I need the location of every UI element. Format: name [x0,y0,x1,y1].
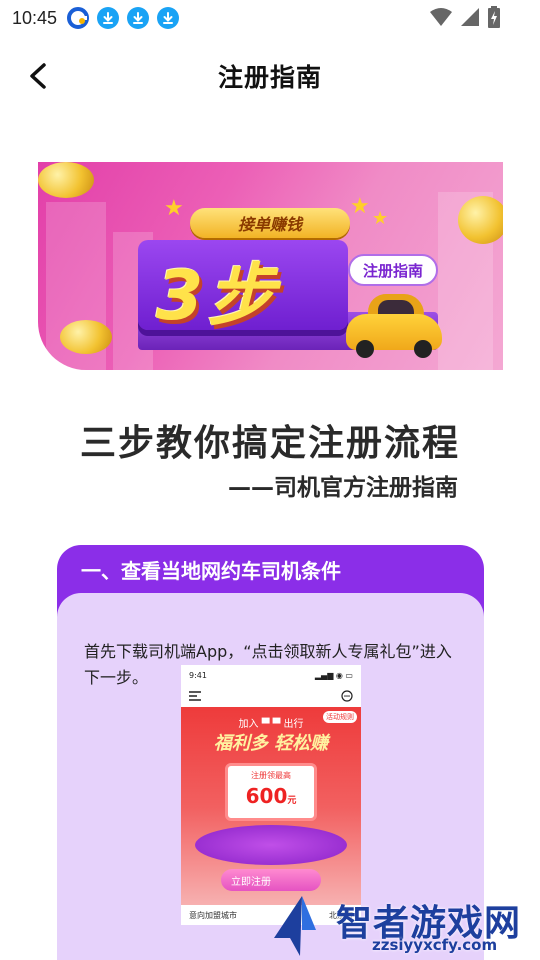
battery-charging-icon [488,6,500,28]
phone-status-icons: ▂▄▆ ◉ ▭ [314,670,353,680]
status-bar: 10:45 [0,0,540,36]
download-icon [127,7,150,29]
phone-card-label: 注册领最高 [251,771,291,780]
coin-icon [60,320,112,354]
headline: 三步教你搞定注册流程 [79,423,460,464]
subline: ——司机官方注册指南 [228,475,458,501]
phone-status-bar: 9:41 ▂▄▆ ◉ ▭ [181,665,361,685]
watermark-logo-icon [274,896,316,956]
banner-big-text: 3步 [156,257,280,336]
star-icon: ★ [164,196,184,221]
phone-time: 9:41 [189,670,207,680]
car-wheel [414,340,432,358]
status-notification-icons [67,7,180,29]
phone-rules-tag: 活动规则 [323,711,357,723]
coin-icon [38,162,94,198]
star-icon: ★ [350,194,370,219]
download-icon [157,7,180,29]
phone-reward-card: 注册领最高 600元 [225,763,317,821]
watermark: 智者游戏网 zzsiyyxcfy.com [262,890,540,960]
phone-card-amount: 600元 [245,784,297,808]
wifi-icon [430,8,452,26]
watermark-url: zzsiyyxcfy.com [372,936,498,954]
car-wheel [356,340,374,358]
chat-icon [341,690,353,702]
status-system-icons [430,6,500,28]
phone-footer-label: 意向加盟城市 [189,910,237,920]
phone-hero: 加入 ▀ ▀ 出行 活动规则 福利多 轻松赚 注册领最高 600元 立即注册 [181,707,361,907]
phone-stage [195,825,347,865]
phone-slogan: 福利多 轻松赚 [213,733,329,754]
app-icon [67,7,90,29]
download-icon [97,7,120,29]
phone-register-button: 立即注册 [221,869,321,891]
page-header: 注册指南 [0,40,540,112]
phone-screenshot: 9:41 ▂▄▆ ◉ ▭ 加入 ▀ ▀ 出行 活动规则 福利多 轻松赚 注册领最… [181,665,361,925]
chevron-left-icon [30,63,46,89]
star-icon: ★ [372,208,389,229]
banner-badge: 注册指南 [348,254,438,286]
phone-toolbar [181,685,361,707]
status-time: 10:45 [12,7,58,28]
promo-banner[interactable]: ★ ★ ★ 接单赚钱 3步 注册指南 [38,162,503,370]
signal-icon [461,8,479,26]
coin-icon [458,196,503,244]
step-title: 一、查看当地网约车司机条件 [81,559,341,583]
page-title: 注册指南 [217,63,322,92]
banner-ribbon: 接单赚钱 [190,208,350,238]
back-button[interactable] [20,58,56,94]
menu-icon [189,691,201,701]
